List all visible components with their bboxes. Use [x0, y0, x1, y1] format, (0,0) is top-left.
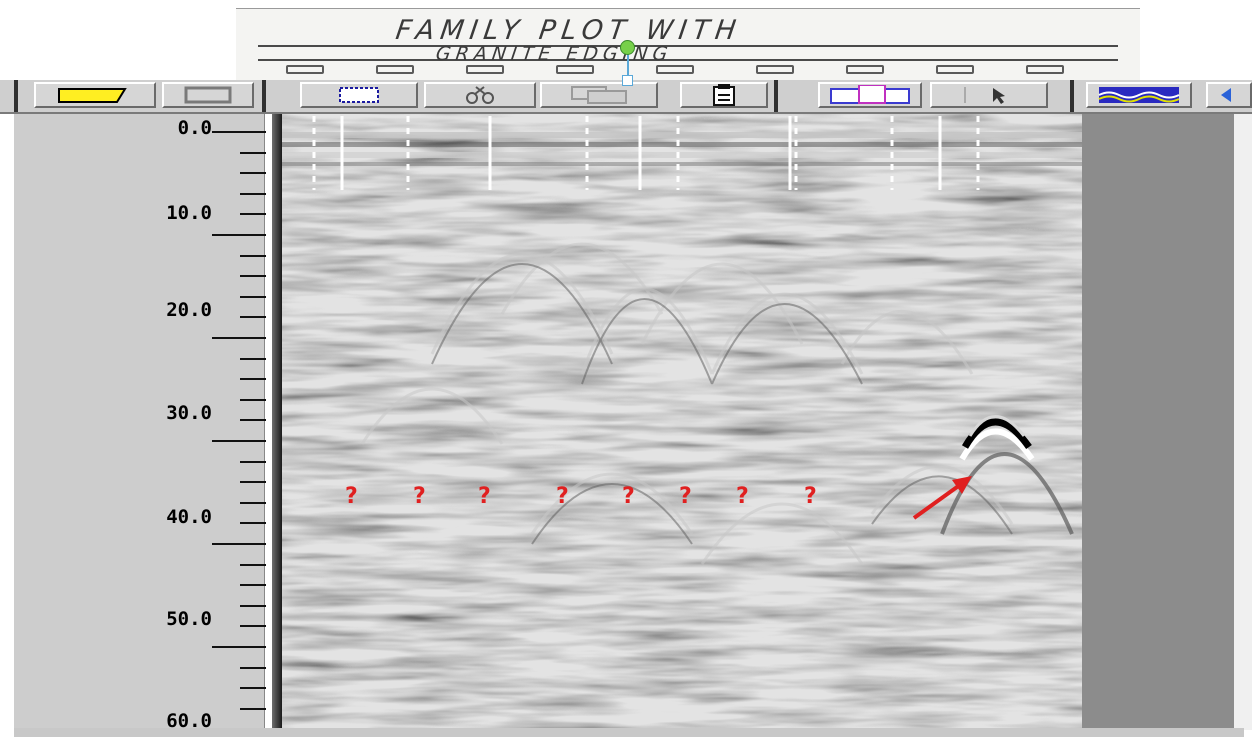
copy-icon: [571, 86, 627, 104]
depth-tick: [240, 708, 266, 710]
arrow-button[interactable]: [1206, 82, 1252, 108]
depth-label: 50.0: [166, 608, 212, 630]
folder-icon: [58, 88, 127, 103]
question-mark: ?: [345, 484, 358, 509]
depth-tick: [240, 378, 266, 380]
open-folder-button[interactable]: [34, 82, 156, 108]
question-mark: ?: [478, 484, 491, 509]
depth-tick: [212, 440, 266, 442]
clipboard-icon: [713, 84, 735, 106]
edging-dash: [286, 65, 324, 74]
rotate-handle[interactable]: [620, 40, 635, 55]
question-mark: ?: [804, 484, 817, 509]
edging-dash: [466, 65, 504, 74]
depth-tick: [240, 419, 266, 421]
depth-label: 20.0: [166, 299, 212, 321]
radargram-texture: [282, 114, 1082, 728]
copy-button[interactable]: [540, 82, 658, 108]
depth-tick: [240, 358, 266, 360]
depth-tick: [240, 584, 266, 586]
caption-bottom-rule: [258, 59, 1118, 61]
depth-tick: [212, 646, 266, 648]
depth-tick: [240, 152, 266, 154]
question-mark: ?: [413, 484, 426, 509]
depth-tick: [240, 667, 266, 669]
depth-tick: [240, 193, 266, 195]
surface-band: [282, 162, 1082, 166]
paste-button[interactable]: [680, 82, 768, 108]
depth-tick: [240, 605, 266, 607]
depth-label: 40.0: [166, 506, 212, 528]
edging-dash: [846, 65, 884, 74]
depth-tick: [240, 399, 266, 401]
depth-tick: [240, 522, 266, 524]
question-mark: ?: [556, 484, 569, 509]
toolbar-separator: [262, 80, 266, 112]
caption-image[interactable]: FAMILY PLOT WITH GRANITE EDGING: [236, 8, 1140, 87]
radargram-frame: [272, 114, 282, 732]
depth-tick: [240, 275, 266, 277]
edging-dash: [756, 65, 794, 74]
depth-tick: [240, 172, 266, 174]
question-mark: ?: [622, 484, 635, 509]
window-edge: [1234, 114, 1252, 730]
edging-dash: [1026, 65, 1064, 74]
depth-tick: [212, 234, 266, 236]
toolbar-separator: [14, 80, 18, 112]
depth-label: 30.0: [166, 402, 212, 424]
depth-ruler: 0.0 10.0 20.0 30.0 40.0 50.0 60.0: [14, 114, 266, 732]
bottom-border: [14, 728, 1244, 737]
surface-band: [282, 152, 1082, 158]
waves-icon: [1098, 87, 1180, 103]
grid-button[interactable]: [162, 82, 254, 108]
depth-tick: [240, 461, 266, 463]
pointer-icon: [964, 87, 1005, 104]
depth-tick: [240, 625, 266, 627]
frame-icon: [184, 86, 232, 104]
left-arrow-icon: [1221, 88, 1231, 102]
select-rect-icon: [339, 87, 379, 103]
toolbar-separator: [1070, 80, 1074, 112]
surface-band: [282, 142, 1082, 147]
select-button[interactable]: [300, 82, 418, 108]
question-mark: ?: [679, 484, 692, 509]
edging-dash: [936, 65, 974, 74]
depth-tick: [212, 543, 266, 545]
edging-dash: [556, 65, 594, 74]
depth-tick: [212, 131, 266, 133]
edging-dash: [376, 65, 414, 74]
depth-tick: [240, 687, 266, 689]
depth-tick: [240, 213, 266, 215]
resize-handle[interactable]: [622, 75, 633, 86]
depth-tick: [240, 255, 266, 257]
depth-tick: [240, 481, 266, 483]
depth-label: 0.0: [177, 117, 212, 139]
paste-special-button[interactable]: [818, 82, 922, 108]
toolbar-separator: [774, 80, 778, 112]
depth-label: 10.0: [166, 202, 212, 224]
color-scale-button[interactable]: [1086, 82, 1192, 108]
edging-dash: [656, 65, 694, 74]
pointer-button[interactable]: [930, 82, 1048, 108]
side-panel: [1082, 114, 1234, 728]
surface-band: [282, 132, 1082, 138]
cut-button[interactable]: [424, 82, 536, 108]
depth-tick: [240, 316, 266, 318]
clipboard-color-icon: [830, 85, 910, 104]
depth-tick: [240, 296, 266, 298]
scissors-icon: [466, 86, 494, 104]
depth-tick: [240, 502, 266, 504]
depth-tick: [212, 337, 266, 339]
caption-line-2: GRANITE EDGING: [434, 43, 674, 65]
radargram-image[interactable]: [282, 114, 1082, 728]
question-mark: ?: [736, 484, 749, 509]
depth-tick: [240, 564, 266, 566]
caption-line-1: FAMILY PLOT WITH: [393, 15, 744, 46]
